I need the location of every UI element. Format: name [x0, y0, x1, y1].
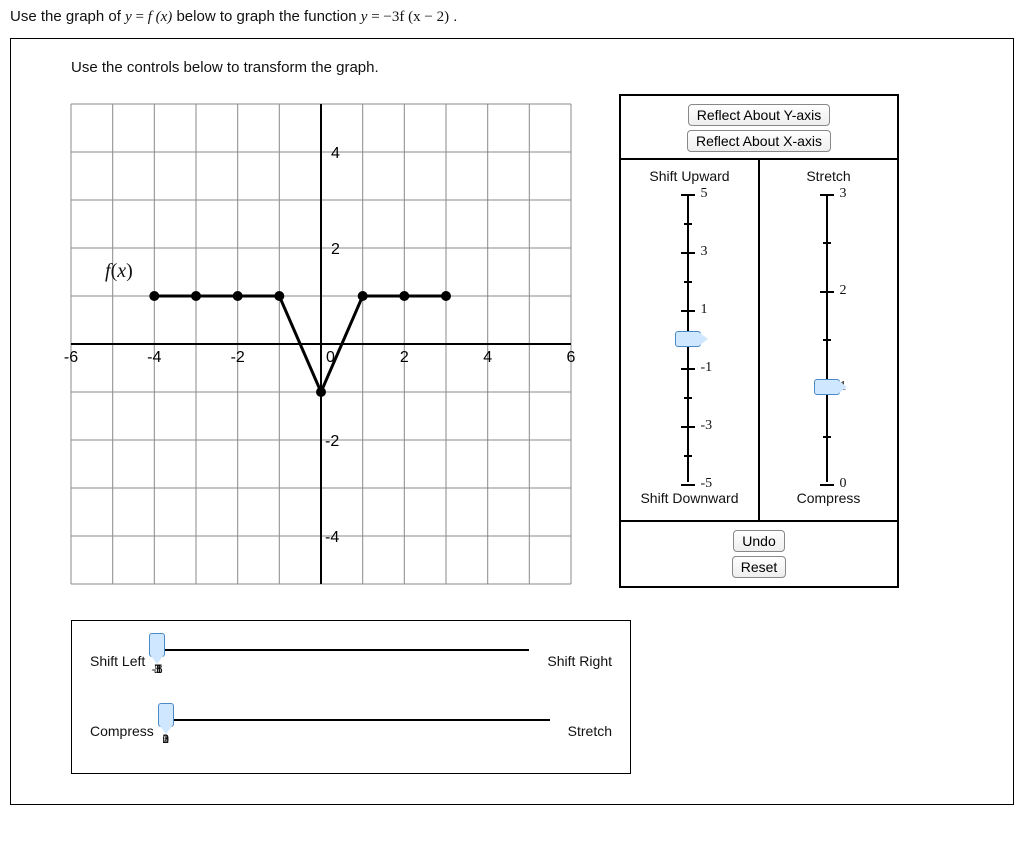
svg-text:-2: -2	[231, 349, 245, 366]
horizontal-scale-slider[interactable]: 0 1 2 3	[166, 709, 556, 753]
shift-up-label: Shift Upward	[649, 168, 729, 184]
svg-text:2: 2	[331, 241, 340, 258]
svg-text:4: 4	[483, 349, 492, 366]
transform-controls: Reflect About Y-axis Reflect About X-axi…	[619, 94, 899, 588]
stretch-h-label: Stretch	[568, 723, 612, 739]
svg-text:2: 2	[400, 349, 409, 366]
svg-text:-4: -4	[325, 529, 339, 546]
horizontal-scale-thumb[interactable]	[158, 703, 174, 727]
graph-area: -6 -4 -2 0 2 4 6 4 2 -2 -4	[11, 94, 591, 594]
reset-button[interactable]: Reset	[732, 556, 787, 578]
horizontal-shift-thumb[interactable]	[149, 633, 165, 657]
vertical-shift-slider[interactable]: 5 3 1 -1 -3 -5	[655, 188, 725, 488]
panel-instruction: Use the controls below to transform the …	[11, 59, 987, 76]
vertical-scale-slider[interactable]: 3 2 1 0	[794, 188, 864, 488]
graph-svg: -6 -4 -2 0 2 4 6 4 2 -2 -4	[51, 94, 591, 594]
svg-text:-4: -4	[147, 349, 161, 366]
vertical-shift-thumb[interactable]	[675, 331, 701, 347]
shift-down-label: Shift Downward	[640, 490, 738, 506]
reflect-x-button[interactable]: Reflect About X-axis	[687, 130, 831, 152]
compress-h-label: Compress	[90, 723, 154, 739]
question-prompt: Use the graph of y = f (x) below to grap…	[10, 8, 1014, 26]
prompt-mid: below to graph the function	[176, 8, 360, 25]
reflect-y-button[interactable]: Reflect About Y-axis	[688, 104, 831, 126]
vertical-scale-thumb[interactable]	[814, 379, 840, 395]
horizontal-controls: Shift Left -5 -3 -1 1 3 5	[71, 620, 631, 774]
shift-right-label: Shift Right	[547, 653, 612, 669]
svg-text:-2: -2	[325, 433, 339, 450]
svg-text:4: 4	[331, 145, 340, 162]
function-label: f(x)	[105, 260, 133, 283]
interactive-panel: Use the controls below to transform the …	[10, 38, 1014, 805]
horizontal-shift-slider[interactable]: -5 -3 -1 1 3 5	[157, 639, 535, 683]
shift-left-label: Shift Left	[90, 653, 145, 669]
svg-text:-6: -6	[64, 349, 78, 366]
svg-text:6: 6	[567, 349, 576, 366]
compress-label: Compress	[797, 490, 861, 506]
undo-button[interactable]: Undo	[733, 530, 784, 552]
stretch-label: Stretch	[806, 168, 850, 184]
prompt-pre: Use the graph of	[10, 8, 125, 25]
